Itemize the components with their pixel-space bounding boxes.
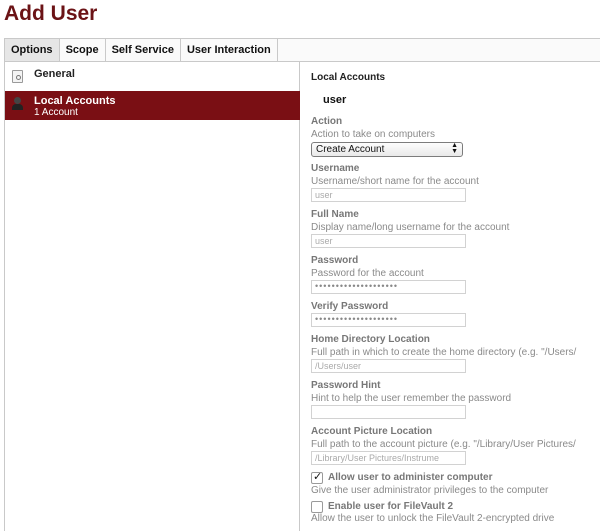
action-select[interactable]: Create Account ▲ ▼ <box>311 142 463 157</box>
allow-admin-desc: Give the user administrator privileges t… <box>311 485 549 496</box>
sidebar-item-local-accounts[interactable]: Local Accounts 1 Account <box>5 91 300 120</box>
picture-desc: Full path to the account picture (e.g. "… <box>311 439 576 450</box>
home-dir-label: Home Directory Location <box>311 334 430 345</box>
username-field[interactable]: user <box>311 188 466 202</box>
action-desc: Action to take on computers <box>311 129 435 140</box>
tab-self-service[interactable]: Self Service <box>106 39 181 61</box>
sidebar-item-general[interactable]: General <box>5 62 300 88</box>
sidebar-item-count: 1 Account <box>34 107 78 118</box>
tab-user-interaction[interactable]: User Interaction <box>181 39 278 61</box>
payload-list: General Local Accounts 1 Account <box>4 62 300 531</box>
home-dir-desc: Full path in which to create the home di… <box>311 347 577 358</box>
verify-password-field[interactable]: •••••••••••••••••••• <box>311 313 466 327</box>
password-hint-label: Password Hint <box>311 380 381 391</box>
action-label: Action <box>311 116 343 127</box>
filevault-desc: Allow the user to unlock the FileVault 2… <box>311 513 555 524</box>
sidebar-item-label: General <box>34 68 75 80</box>
password-desc: Password for the account <box>311 268 424 279</box>
password-hint-field[interactable] <box>311 405 466 419</box>
settings-doc-icon <box>12 70 23 83</box>
allow-admin-label: Allow user to administer computer <box>328 472 493 483</box>
filevault-checkbox[interactable] <box>311 501 323 513</box>
tab-bar: Options Scope Self Service User Interact… <box>4 38 600 62</box>
page-title: Add User <box>4 2 98 25</box>
full-name-field[interactable]: user <box>311 234 466 248</box>
password-hint-desc: Hint to help the user remember the passw… <box>311 393 512 404</box>
username-label: Username <box>311 163 360 174</box>
updown-arrows-icon: ▲ ▼ <box>451 142 458 155</box>
account-name: user <box>323 94 347 106</box>
action-select-value: Create Account <box>316 144 385 155</box>
tab-scope[interactable]: Scope <box>60 39 106 61</box>
allow-admin-checkbox[interactable]: ✓ <box>311 471 323 484</box>
section-title: Local Accounts <box>311 72 386 83</box>
sidebar-item-label: Local Accounts <box>34 95 116 107</box>
checkmark-icon: ✓ <box>313 471 323 483</box>
username-desc: Username/short name for the account <box>311 176 479 187</box>
account-settings-panel: Local Accounts user Action Action to tak… <box>301 62 600 531</box>
password-label: Password <box>311 255 359 266</box>
picture-label: Account Picture Location <box>311 426 433 437</box>
full-name-label: Full Name <box>311 209 359 220</box>
full-name-desc: Display name/long username for the accou… <box>311 222 510 233</box>
password-field[interactable]: •••••••••••••••••••• <box>311 280 466 294</box>
picture-field[interactable]: /Library/User Pictures/Instrume <box>311 451 466 465</box>
home-dir-field[interactable]: /Users/user <box>311 359 466 373</box>
user-icon <box>12 97 23 110</box>
verify-password-label: Verify Password <box>311 301 389 312</box>
tab-options[interactable]: Options <box>5 39 60 61</box>
filevault-label: Enable user for FileVault 2 <box>328 501 454 512</box>
